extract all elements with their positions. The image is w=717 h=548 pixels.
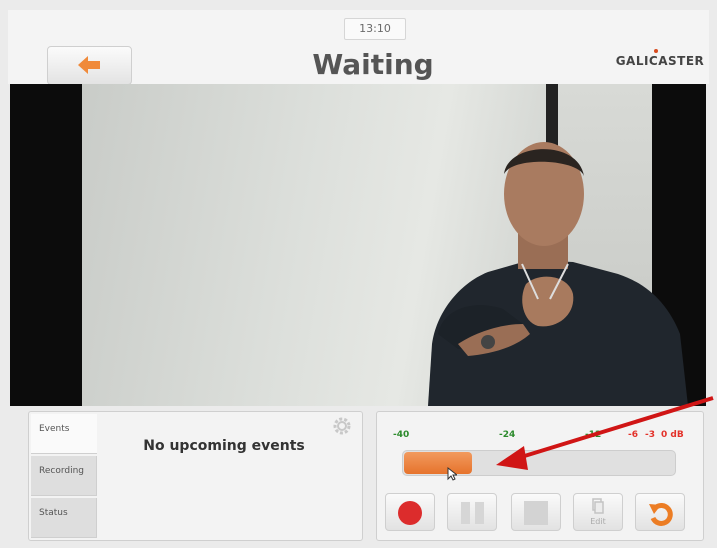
app-window: 13:10 Waiting GALICASTER Events Recordin… bbox=[0, 0, 717, 548]
arrow-left-icon bbox=[78, 56, 100, 74]
stop-icon bbox=[524, 501, 548, 525]
audio-level-fill bbox=[404, 452, 472, 474]
reset-button[interactable] bbox=[635, 493, 685, 531]
events-panel: Events Recording Status No upcoming even… bbox=[28, 411, 363, 541]
video-preview bbox=[10, 84, 706, 406]
gear-icon[interactable] bbox=[332, 416, 352, 436]
record-icon bbox=[398, 501, 422, 525]
edit-label: Edit bbox=[590, 517, 606, 526]
pause-icon bbox=[461, 502, 470, 524]
record-button[interactable] bbox=[385, 493, 435, 531]
header: 13:10 Waiting GALICASTER bbox=[8, 10, 709, 85]
presenter-image bbox=[428, 142, 688, 406]
tab-recording[interactable]: Recording bbox=[31, 456, 97, 496]
back-button[interactable] bbox=[47, 46, 132, 85]
mouse-cursor-icon bbox=[447, 467, 457, 481]
vu-tick-label: -12 bbox=[585, 430, 602, 440]
vu-tick-label: -24 bbox=[499, 430, 516, 440]
vu-tick-label: -6 bbox=[628, 430, 638, 440]
audio-level-meter bbox=[402, 450, 676, 476]
edit-button[interactable]: Edit bbox=[573, 493, 623, 531]
edit-icon bbox=[592, 498, 604, 514]
vu-scale: -40 -24 -12 -6 -3 0 dB bbox=[377, 430, 703, 444]
page-title: Waiting bbox=[312, 48, 434, 81]
vu-tick-label: 0 dB bbox=[661, 430, 684, 440]
tab-status[interactable]: Status bbox=[31, 498, 97, 538]
tab-events[interactable]: Events bbox=[31, 414, 97, 454]
rotate-back-icon bbox=[649, 502, 673, 526]
events-message: No upcoming events bbox=[143, 438, 305, 454]
stop-button[interactable] bbox=[511, 493, 561, 531]
pause-button[interactable] bbox=[447, 493, 497, 531]
vu-tick-label: -3 bbox=[645, 430, 655, 440]
recording-controls-panel: -40 -24 -12 -6 -3 0 dB Edit bbox=[376, 411, 704, 541]
vu-tick-label: -40 bbox=[393, 430, 410, 440]
galicaster-logo: GALICASTER bbox=[614, 49, 706, 68]
clock: 13:10 bbox=[344, 18, 406, 40]
